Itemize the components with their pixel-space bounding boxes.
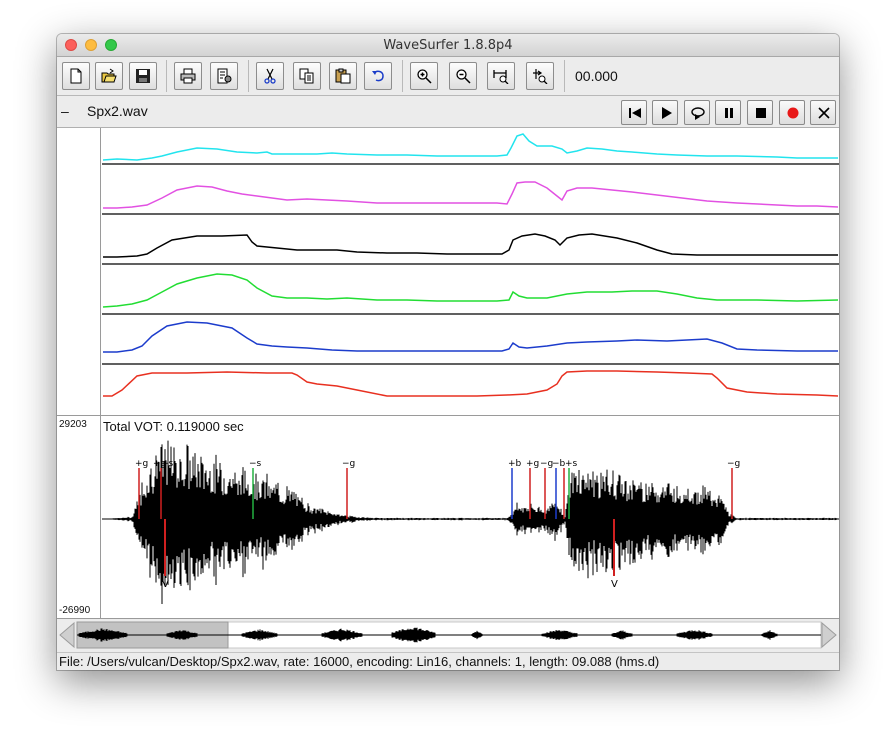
marker-label: V bbox=[162, 579, 169, 590]
zoom-selection-icon bbox=[493, 70, 509, 84]
undo-button[interactable] bbox=[364, 62, 392, 90]
open-button[interactable] bbox=[95, 62, 123, 90]
zoom-out-button[interactable] bbox=[449, 62, 477, 90]
zoom-to-selection-button[interactable] bbox=[487, 62, 515, 90]
marker-label: +g bbox=[135, 459, 148, 469]
properties-button[interactable] bbox=[210, 62, 238, 90]
zoom-in-button[interactable] bbox=[410, 62, 438, 90]
paste-button[interactable] bbox=[329, 62, 357, 90]
marker-label: −g bbox=[727, 459, 740, 469]
zoom-out-icon bbox=[456, 69, 471, 84]
overview-scrollbar[interactable] bbox=[57, 619, 839, 651]
pitch-panel[interactable] bbox=[57, 128, 839, 416]
overview-strip bbox=[57, 619, 839, 651]
collapse-sound-button[interactable]: – bbox=[61, 103, 69, 119]
marker-label: −b bbox=[552, 459, 566, 469]
marker-label: −g bbox=[342, 459, 355, 469]
pause-button[interactable] bbox=[715, 100, 741, 125]
marker-label: +s bbox=[565, 459, 578, 469]
open-folder-icon bbox=[101, 68, 117, 83]
scissors-icon bbox=[264, 68, 276, 84]
main-toolbar: 00.000 bbox=[57, 57, 839, 96]
copy-button[interactable] bbox=[293, 62, 321, 90]
play-loop-button[interactable] bbox=[684, 100, 710, 125]
sound-header: – Spx2.wav bbox=[57, 96, 839, 128]
pitch-track-red bbox=[103, 370, 839, 397]
new-button[interactable] bbox=[62, 62, 90, 90]
stop-icon bbox=[756, 108, 766, 118]
play-icon bbox=[662, 107, 672, 119]
zoom-all-icon bbox=[533, 69, 548, 84]
window-title: WaveSurfer 1.8.8p4 bbox=[383, 38, 513, 53]
properties-icon bbox=[217, 68, 232, 84]
pitch-track-black bbox=[103, 233, 838, 258]
waveform-plot: +g +g +s −s −g +b +g −g −b +s −g V V bbox=[102, 440, 839, 604]
stop-button[interactable] bbox=[747, 100, 773, 125]
marker-label: +g bbox=[526, 459, 539, 469]
record-icon bbox=[787, 107, 799, 119]
skip-to-start-icon bbox=[629, 108, 641, 118]
marker-label: +b bbox=[508, 459, 522, 469]
play-button[interactable] bbox=[652, 100, 678, 125]
undo-arrow-icon bbox=[372, 70, 384, 82]
pitch-track-cyan bbox=[102, 133, 838, 161]
paste-icon bbox=[335, 68, 351, 84]
cut-button[interactable] bbox=[256, 62, 284, 90]
pitch-track-green bbox=[102, 273, 839, 308]
close-x-icon bbox=[818, 107, 830, 119]
pause-icon bbox=[725, 108, 733, 118]
zoom-all-button[interactable] bbox=[526, 62, 554, 90]
sound-filename: Spx2.wav bbox=[87, 103, 148, 119]
marker-label: +s bbox=[161, 459, 174, 469]
pitch-track-blue bbox=[103, 321, 838, 353]
time-display: 00.000 bbox=[575, 68, 618, 84]
loop-play-icon bbox=[691, 107, 705, 120]
save-button[interactable] bbox=[129, 62, 157, 90]
copy-icon bbox=[299, 68, 314, 84]
printer-icon bbox=[180, 68, 196, 84]
pitch-track-magenta bbox=[103, 181, 839, 209]
record-button[interactable] bbox=[779, 100, 805, 125]
rewind-button[interactable] bbox=[621, 100, 647, 125]
close-sound-button[interactable] bbox=[810, 100, 836, 125]
marker-label: −s bbox=[249, 459, 262, 469]
new-document-icon bbox=[70, 68, 82, 84]
title-bar: WaveSurfer 1.8.8p4 bbox=[57, 34, 839, 57]
save-disk-icon bbox=[136, 69, 150, 83]
status-text: File: /Users/vulcan/Desktop/Spx2.wav, ra… bbox=[59, 654, 660, 669]
print-button[interactable] bbox=[174, 62, 202, 90]
status-bar: File: /Users/vulcan/Desktop/Spx2.wav, ra… bbox=[57, 652, 839, 670]
waveform-panel[interactable]: 29203 -26990 Total VOT: 0.119000 sec +g … bbox=[57, 416, 839, 619]
pitch-tracks bbox=[102, 133, 839, 397]
marker-label: V bbox=[611, 579, 618, 590]
zoom-in-icon bbox=[417, 69, 432, 84]
app-window: WaveSurfer 1.8.8p4 00.000 – Spx2.wav 292… bbox=[57, 34, 839, 670]
